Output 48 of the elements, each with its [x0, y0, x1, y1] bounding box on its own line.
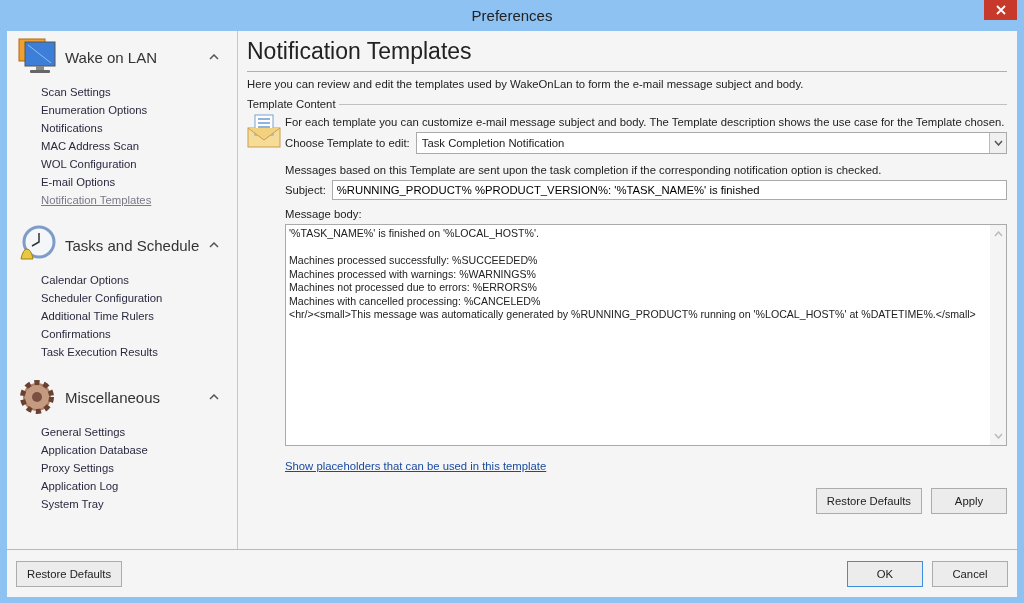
page-button[interactable]: Restore Defaults: [815, 488, 922, 514]
scroll-down-icon: [993, 433, 1003, 439]
dialog-button[interactable]: Cancel: [932, 560, 1008, 587]
restore-defaults-button[interactable]: Restore Defaults: [16, 560, 123, 587]
sidebar-item[interactable]: E-mail Options: [41, 173, 116, 191]
placeholders-link[interactable]: Show placeholders that can be used in this template: [285, 460, 547, 472]
sidebar-item[interactable]: Proxy Settings: [41, 459, 114, 477]
template-dropdown[interactable]: Task Completion Notification: [415, 132, 1007, 154]
scrollbar[interactable]: [990, 225, 1006, 445]
collapse-chevron-icon[interactable]: [209, 394, 219, 400]
close-button[interactable]: [984, 0, 1017, 20]
section-title: Wake on LAN: [65, 48, 158, 66]
scroll-up-icon: [993, 231, 1003, 237]
subject-field[interactable]: %RUNNING_PRODUCT% %PRODUCT_VERSION%: '%TASK_NAME%' is finished: [331, 180, 1007, 200]
intro-text: Here you can review and edit the templates used by WakeOnLan to form the e-mail message subject and body.: [247, 78, 805, 90]
sidebar-item[interactable]: Application Log: [41, 477, 119, 495]
sidebar-item[interactable]: Scan Settings: [41, 83, 111, 101]
sidebar-item[interactable]: Notifications: [41, 119, 103, 137]
sidebar-item[interactable]: Notification Templates: [41, 191, 152, 209]
hint-text: For each template you can customize e-mail message subject and body. The Template description shows the use case for the Template chosen.: [285, 116, 1006, 128]
page-button[interactable]: Apply: [931, 488, 1007, 514]
sidebar-item[interactable]: Enumeration Options: [41, 101, 148, 119]
page-title: Notification Templates: [247, 38, 473, 65]
envelope-icon: [247, 114, 281, 148]
sidebar-item[interactable]: Application Database: [41, 441, 148, 459]
template-description: Messages based on this Template are sent upon the task completion if the corresponding notification option is checked.: [285, 164, 883, 176]
group-title: Template Content: [247, 98, 336, 110]
collapse-chevron-icon[interactable]: [209, 242, 219, 248]
sidebar-item[interactable]: General Settings: [41, 423, 126, 441]
sidebar-item[interactable]: Calendar Options: [41, 271, 129, 289]
body-label: Message body:: [285, 208, 363, 220]
collapse-chevron-icon[interactable]: [209, 54, 219, 60]
sidebar-item[interactable]: Task Execution Results: [41, 343, 158, 361]
window-title: Preferences: [471, 7, 553, 24]
sidebar-item[interactable]: Confirmations: [41, 325, 111, 343]
sidebar-item[interactable]: System Tray: [41, 495, 104, 513]
message-body-field[interactable]: '%TASK_NAME%' is finished on '%LOCAL_HOST%'. Machines processed successfully: %SUCCEEDED% Machines processed with warnings: %WARNINGS% Machines not processed due to errors: %ERRORS% Machines with cancelled processing: %CANCELED% <hr/><small>This message was automatically generated by %RUNNING_PRODUCT% running on '%LOCAL_HOST%' at %DATETIME%.</small>: [285, 224, 1007, 446]
sidebar-item[interactable]: Scheduler Configuration: [41, 289, 163, 307]
subject-label: Subject:: [285, 184, 326, 196]
gear-icon: [17, 377, 57, 417]
sidebar-item[interactable]: MAC Address Scan: [41, 137, 139, 155]
section-title: Miscellaneous: [65, 388, 162, 406]
sidebar-item[interactable]: Additional Time Rulers: [41, 307, 155, 325]
section-title: Tasks and Schedule: [65, 236, 201, 254]
template-label: Choose Template to edit:: [285, 137, 410, 149]
sidebar-item[interactable]: WOL Configuration: [41, 155, 137, 173]
dialog-button[interactable]: OK: [847, 560, 923, 587]
close-icon: [995, 5, 1006, 15]
